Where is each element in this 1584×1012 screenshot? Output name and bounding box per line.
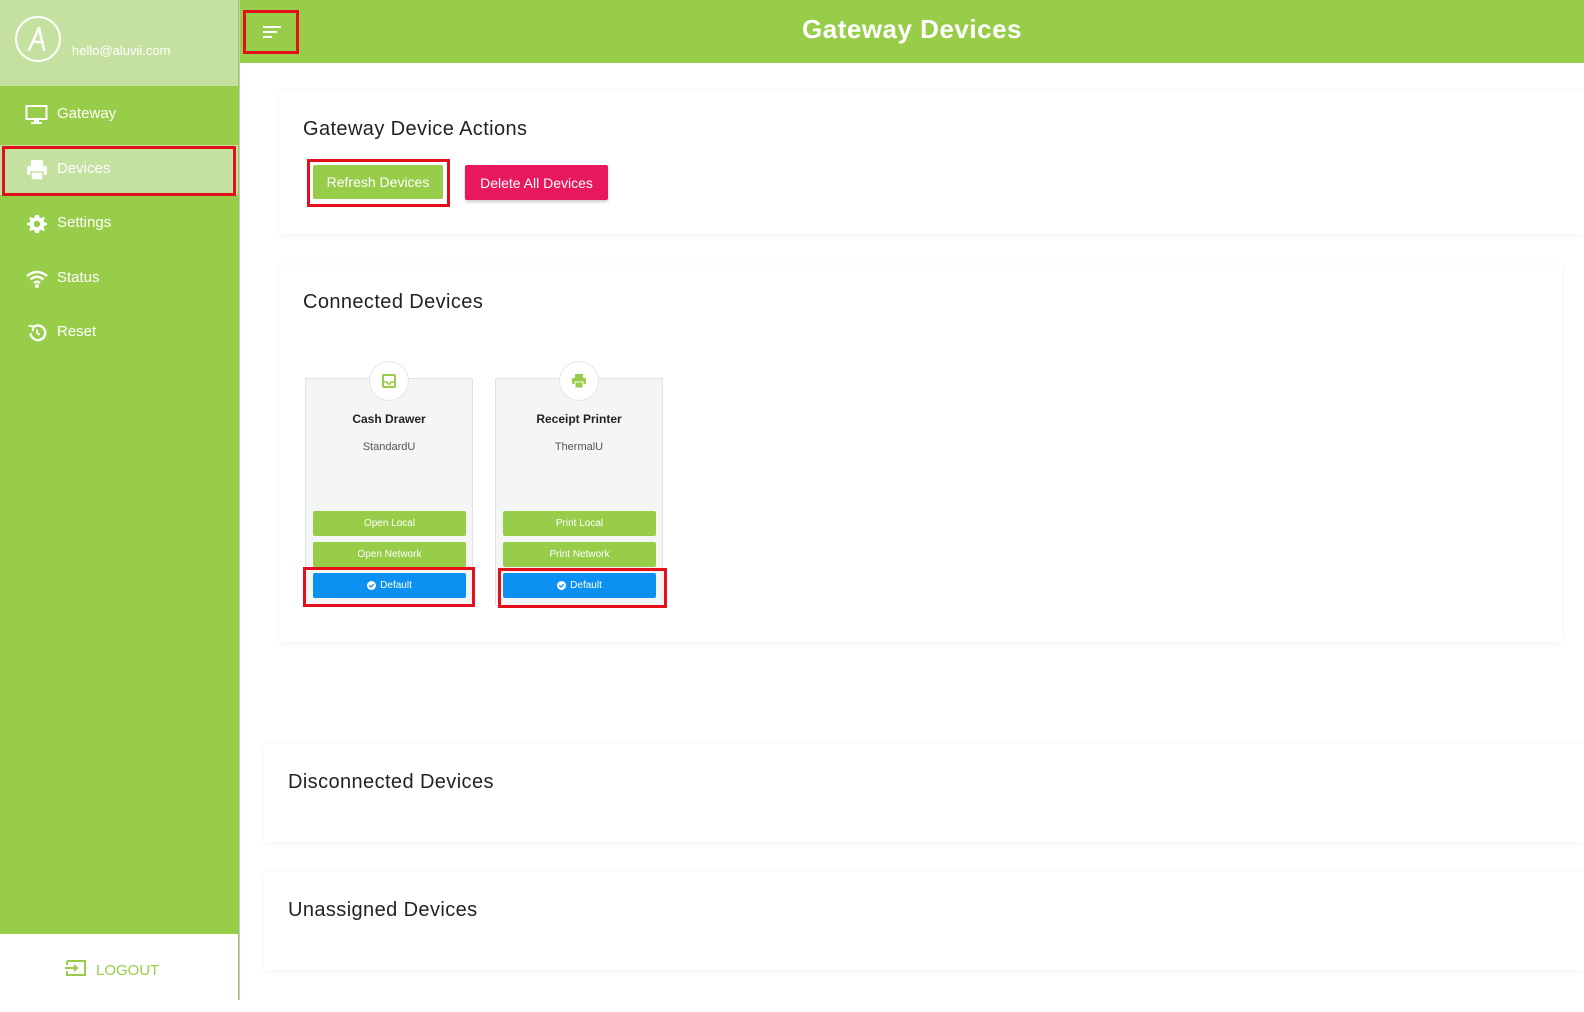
device-name: Cash Drawer	[352, 412, 426, 426]
device-model: ThermalU	[554, 441, 604, 453]
print-network-button[interactable]: Print Network	[503, 542, 656, 567]
print-local-button[interactable]: Print Local	[503, 511, 656, 536]
device-card-receipt-printer: Receipt Printer ThermalU Print Local Pri…	[495, 361, 663, 606]
open-network-button[interactable]: Open Network	[313, 542, 466, 567]
printer-icon	[25, 159, 49, 181]
printer-icon	[572, 374, 586, 389]
device-name: Receipt Printer	[536, 412, 622, 426]
disconnected-devices-title: Disconnected Devices	[288, 771, 494, 793]
sidebar-item-label: Devices	[57, 160, 111, 177]
monitor-icon	[25, 104, 49, 126]
sidebar-item-settings[interactable]: Settings	[0, 199, 238, 249]
unassigned-devices-card: Unassigned Devices	[264, 872, 1584, 970]
sidebar-item-devices[interactable]: Devices	[0, 145, 238, 195]
delete-all-devices-button[interactable]: Delete All Devices	[465, 165, 608, 200]
unassigned-devices-title: Unassigned Devices	[288, 899, 478, 921]
device-icon-badge	[559, 361, 599, 401]
logout-label: LOGOUT	[96, 961, 160, 979]
logout-button[interactable]: LOGOUT	[64, 958, 159, 982]
sidebar-item-label: Settings	[57, 214, 112, 231]
default-button[interactable]: Default	[313, 573, 466, 598]
check-circle-icon	[557, 581, 567, 590]
sidebar-item-gateway[interactable]: Gateway	[0, 90, 238, 140]
device-icon-badge	[369, 361, 409, 401]
sidebar-item-label: Reset	[57, 323, 97, 340]
device-card-cash-drawer: Cash Drawer StandardU Open Local Open Ne…	[305, 361, 473, 606]
refresh-devices-button[interactable]: Refresh Devices	[313, 165, 443, 199]
default-button[interactable]: Default	[503, 573, 656, 598]
logout-icon	[64, 958, 88, 982]
reset-icon	[25, 322, 49, 344]
open-local-button[interactable]: Open Local	[313, 511, 466, 536]
user-email: hello@aluvii.com	[72, 43, 171, 58]
connected-devices-title: Connected Devices	[303, 291, 484, 313]
device-model: StandardU	[362, 441, 416, 453]
sidebar-footer: LOGOUT	[0, 934, 238, 1000]
inbox-icon	[382, 374, 396, 388]
actions-title: Gateway Device Actions	[303, 118, 528, 140]
actions-card: Gateway Device Actions Refresh Devices D…	[279, 91, 1584, 234]
sidebar-item-status[interactable]: Status	[0, 254, 238, 304]
sidebar-item-label: Gateway	[57, 105, 117, 122]
wifi-icon	[25, 268, 49, 290]
disconnected-devices-card: Disconnected Devices	[264, 744, 1584, 842]
default-label: Default	[380, 580, 412, 591]
gear-icon	[25, 213, 49, 235]
sidebar-item-reset[interactable]: Reset	[0, 308, 238, 358]
default-label: Default	[570, 580, 602, 591]
page-title: Gateway Devices	[802, 14, 1022, 44]
sidebar: hello@aluvii.com Gateway Devices Setting…	[0, 0, 240, 1000]
sidebar-item-label: Status	[57, 269, 100, 286]
check-circle-icon	[367, 581, 377, 590]
